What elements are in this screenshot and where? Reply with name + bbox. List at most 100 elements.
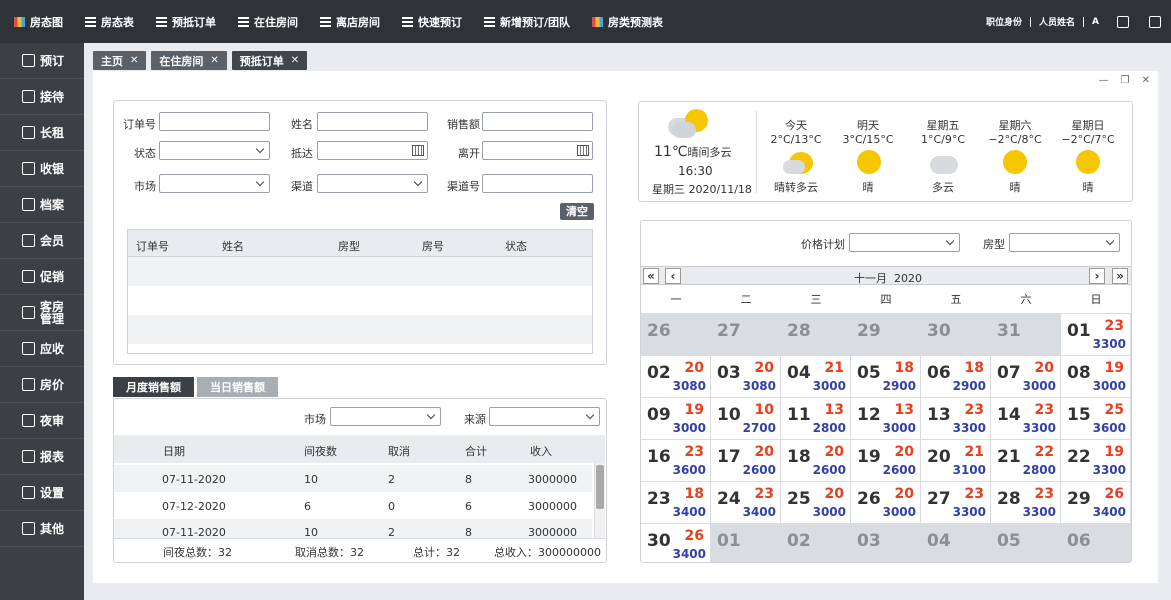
prev-month-icon[interactable]: ‹ bbox=[665, 268, 681, 284]
calendar-day-cell[interactable]: 30 bbox=[921, 314, 991, 356]
calendar-day-cell[interactable]: 31 bbox=[991, 314, 1061, 356]
status-select[interactable] bbox=[159, 141, 270, 160]
market-select[interactable] bbox=[159, 174, 270, 193]
font-size-icon[interactable]: A bbox=[1092, 17, 1099, 27]
calendar-day-cell[interactable]: 11 13 2800 bbox=[781, 398, 851, 440]
sales-market-select[interactable] bbox=[330, 407, 441, 426]
sidebar-item-reports[interactable]: 报表 bbox=[0, 439, 84, 475]
nav-pending-orders[interactable]: 预抵订单 bbox=[156, 14, 216, 30]
close-icon[interactable]: ✕ bbox=[1142, 75, 1150, 86]
calendar-day-cell[interactable]: 20 21 3100 bbox=[921, 440, 991, 482]
close-icon[interactable]: ✕ bbox=[130, 55, 138, 66]
price-plan-select[interactable] bbox=[849, 233, 960, 252]
table-row[interactable] bbox=[127, 257, 593, 286]
calendar-day-cell[interactable]: 29 26 3400 bbox=[1061, 482, 1131, 524]
arrive-date-input[interactable] bbox=[317, 141, 428, 160]
calculator-icon[interactable] bbox=[1117, 15, 1129, 28]
tab-pending-orders[interactable]: 预抵订单 ✕ bbox=[231, 51, 308, 70]
minimize-icon[interactable]: — bbox=[1099, 75, 1109, 86]
table-row[interactable] bbox=[127, 286, 593, 315]
room-type-select[interactable] bbox=[1009, 233, 1120, 252]
depart-date-input[interactable] bbox=[482, 141, 593, 160]
next-year-icon[interactable]: » bbox=[1112, 268, 1128, 284]
channel-no-input[interactable] bbox=[482, 174, 593, 193]
calendar-day-cell[interactable]: 08 19 3000 bbox=[1061, 356, 1131, 398]
sidebar-item-settings[interactable]: 设置 bbox=[0, 475, 84, 511]
calendar-day-cell[interactable]: 30 26 3400 bbox=[641, 524, 711, 562]
sidebar-item-receivable[interactable]: 应收 bbox=[0, 331, 84, 367]
table-row[interactable]: 07-11-2020 10 2 8 3000000 bbox=[114, 519, 592, 538]
message-icon[interactable] bbox=[1149, 15, 1161, 28]
calendar-day-cell[interactable]: 14 23 3300 bbox=[991, 398, 1061, 440]
sidebar-item-archive[interactable]: 档案 bbox=[0, 187, 84, 223]
calendar-day-cell[interactable]: 07 20 3000 bbox=[991, 356, 1061, 398]
nav-quick-booking[interactable]: 快速预订 bbox=[402, 14, 462, 30]
calendar-day-cell[interactable]: 18 20 2600 bbox=[781, 440, 851, 482]
next-month-icon[interactable]: › bbox=[1089, 268, 1105, 284]
calendar-day-cell[interactable]: 16 23 3600 bbox=[641, 440, 711, 482]
table-row[interactable]: 07-11-2020 10 2 8 3000000 bbox=[114, 465, 592, 492]
nav-room-status-table[interactable]: 房态表 bbox=[85, 14, 134, 30]
calendar-day-cell[interactable]: 28 23 3300 bbox=[991, 482, 1061, 524]
close-icon[interactable]: ✕ bbox=[291, 55, 299, 66]
calendar-day-cell[interactable]: 06 18 2900 bbox=[921, 356, 991, 398]
calendar-day-cell[interactable]: 27 23 3300 bbox=[921, 482, 991, 524]
calendar-day-cell[interactable]: 17 20 2600 bbox=[711, 440, 781, 482]
calendar-day-cell[interactable]: 03 20 3080 bbox=[711, 356, 781, 398]
calendar-day-cell[interactable]: 05 18 2900 bbox=[851, 356, 921, 398]
calendar-day-cell[interactable]: 26 20 3000 bbox=[851, 482, 921, 524]
sidebar-item-housekeeping[interactable]: 客房管理 bbox=[0, 295, 84, 331]
calendar-day-cell[interactable]: 10 10 2700 bbox=[711, 398, 781, 440]
calendar-day-cell[interactable]: 19 20 2600 bbox=[851, 440, 921, 482]
calendar-day-cell[interactable]: 23 18 3400 bbox=[641, 482, 711, 524]
close-icon[interactable]: ✕ bbox=[210, 55, 218, 66]
calendar-day-cell[interactable]: 01 bbox=[711, 524, 781, 562]
calendar-day-cell[interactable]: 05 bbox=[991, 524, 1061, 562]
name-input[interactable] bbox=[317, 112, 428, 131]
sales-source-select[interactable] bbox=[489, 407, 600, 426]
calendar-day-cell[interactable]: 13 23 3300 bbox=[921, 398, 991, 440]
table-row[interactable] bbox=[127, 315, 593, 344]
clear-button[interactable]: 清空 bbox=[560, 203, 594, 220]
calendar-day-cell[interactable]: 15 25 3600 bbox=[1061, 398, 1131, 440]
sidebar-item-long-stay[interactable]: 长租 bbox=[0, 115, 84, 151]
calendar-day-cell[interactable]: 22 19 3300 bbox=[1061, 440, 1131, 482]
sales-input[interactable] bbox=[482, 112, 593, 131]
calendar-day-cell[interactable]: 25 20 3000 bbox=[781, 482, 851, 524]
calendar-day-cell[interactable]: 21 22 2800 bbox=[991, 440, 1061, 482]
calendar-day-cell[interactable]: 09 19 3000 bbox=[641, 398, 711, 440]
sidebar-item-cashier[interactable]: 收银 bbox=[0, 151, 84, 187]
calendar-day-cell[interactable]: 27 bbox=[711, 314, 781, 356]
tab-daily-sales[interactable]: 当日销售额 bbox=[197, 377, 278, 397]
scrollbar-thumb[interactable] bbox=[596, 465, 604, 509]
calendar-day-cell[interactable]: 06 bbox=[1061, 524, 1131, 562]
calendar-day-cell[interactable]: 01 23 3300 bbox=[1061, 314, 1131, 356]
calendar-icon[interactable] bbox=[412, 145, 424, 156]
sidebar-item-reception[interactable]: 接待 bbox=[0, 79, 84, 115]
order-no-input[interactable] bbox=[159, 112, 270, 131]
calendar-day-cell[interactable]: 28 bbox=[781, 314, 851, 356]
sidebar-item-other[interactable]: 其他 bbox=[0, 511, 84, 547]
sales-scrollbar[interactable] bbox=[594, 463, 605, 539]
calendar-day-cell[interactable]: 04 21 3000 bbox=[781, 356, 851, 398]
tab-monthly-sales[interactable]: 月度销售额 bbox=[113, 377, 194, 397]
nav-in-house-rooms[interactable]: 在住房间 bbox=[238, 14, 298, 30]
calendar-day-cell[interactable]: 29 bbox=[851, 314, 921, 356]
nav-departed-rooms[interactable]: 离店房间 bbox=[320, 14, 380, 30]
sidebar-item-room-rate[interactable]: 房价 bbox=[0, 367, 84, 403]
restore-icon[interactable]: ❐ bbox=[1121, 75, 1130, 86]
calendar-day-cell[interactable]: 24 23 3400 bbox=[711, 482, 781, 524]
sidebar-item-booking[interactable]: 预订 bbox=[0, 43, 84, 79]
nav-new-booking-group[interactable]: 新增预订/团队 bbox=[484, 14, 570, 30]
calendar-day-cell[interactable]: 04 bbox=[921, 524, 991, 562]
calendar-day-cell[interactable]: 02 bbox=[781, 524, 851, 562]
calendar-day-cell[interactable]: 26 bbox=[641, 314, 711, 356]
sidebar-item-promotion[interactable]: 促销 bbox=[0, 259, 84, 295]
calendar-day-cell[interactable]: 12 13 3000 bbox=[851, 398, 921, 440]
nav-room-status-map[interactable]: 房态图 bbox=[14, 14, 63, 30]
calendar-icon[interactable] bbox=[577, 145, 589, 156]
tab-home[interactable]: 主页 ✕ bbox=[93, 51, 147, 70]
tab-in-house[interactable]: 在住房间 ✕ bbox=[151, 51, 227, 70]
channel-select[interactable] bbox=[317, 174, 428, 193]
prev-year-icon[interactable]: « bbox=[643, 268, 659, 284]
